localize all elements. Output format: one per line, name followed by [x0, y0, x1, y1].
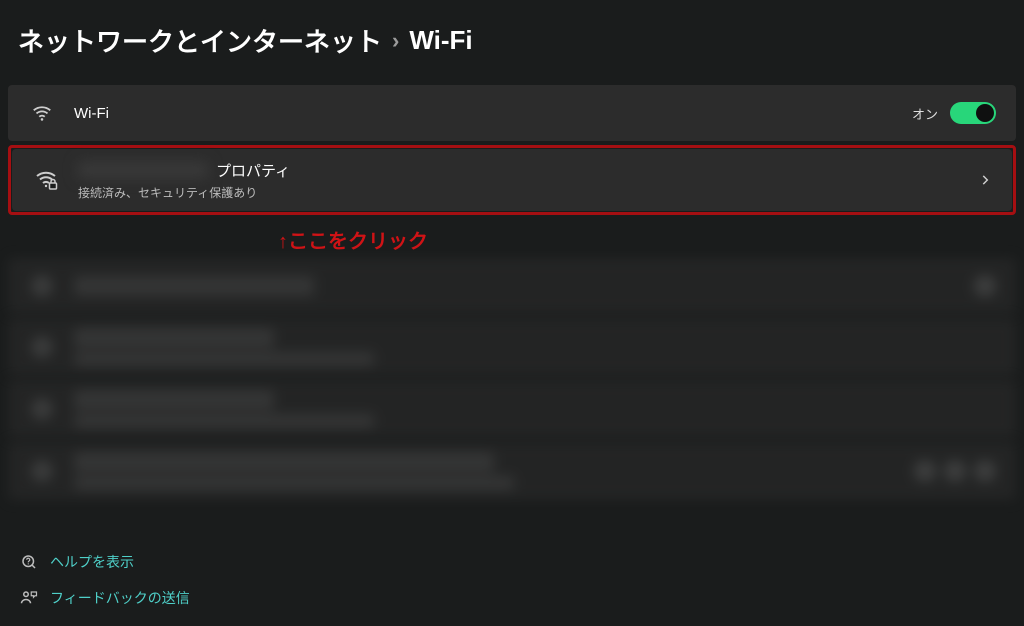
item-icon	[31, 336, 53, 358]
help-link-label: ヘルプを表示	[50, 552, 134, 572]
wifi-properties-title: プロパティ	[78, 160, 960, 181]
wifi-properties-row[interactable]: プロパティ 接続済み、セキュリティ保護あり	[12, 149, 1012, 211]
breadcrumb-parent[interactable]: ネットワークとインターネット	[18, 22, 382, 59]
ssid-redacted	[78, 162, 208, 178]
wifi-secure-icon	[32, 168, 60, 192]
wifi-toggle-state: オン	[912, 104, 938, 123]
list-item[interactable]	[8, 258, 1016, 314]
help-icon	[20, 553, 38, 571]
list-item[interactable]	[8, 380, 1016, 438]
list-item[interactable]	[8, 318, 1016, 376]
wifi-connection-status: 接続済み、セキュリティ保護あり	[78, 184, 960, 201]
breadcrumb-current: Wi-Fi	[409, 25, 472, 56]
chevron-right-icon	[978, 173, 992, 187]
breadcrumb: ネットワークとインターネット › Wi-Fi	[8, 22, 1016, 59]
item-icon	[31, 398, 53, 420]
annotation-text: ↑ここをクリック	[8, 225, 1016, 254]
chevron-right-icon: ›	[392, 28, 399, 54]
wifi-toggle-row[interactable]: Wi-Fi オン	[8, 85, 1016, 141]
wifi-toggle-label: Wi-Fi	[74, 105, 894, 122]
wifi-toggle-switch[interactable]	[950, 102, 996, 124]
item-icon	[31, 275, 53, 297]
close-icon	[974, 275, 996, 297]
feedback-link-label: フィードバックの送信	[50, 588, 190, 608]
item-icon	[31, 460, 53, 482]
feedback-link[interactable]: フィードバックの送信	[20, 588, 190, 608]
wifi-properties-suffix: プロパティ	[216, 160, 290, 181]
annotation-highlight-box: プロパティ 接続済み、セキュリティ保護あり	[8, 145, 1016, 215]
wifi-icon	[28, 102, 56, 124]
list-item[interactable]	[8, 442, 1016, 500]
feedback-icon	[20, 589, 38, 607]
help-link[interactable]: ヘルプを表示	[20, 552, 190, 572]
